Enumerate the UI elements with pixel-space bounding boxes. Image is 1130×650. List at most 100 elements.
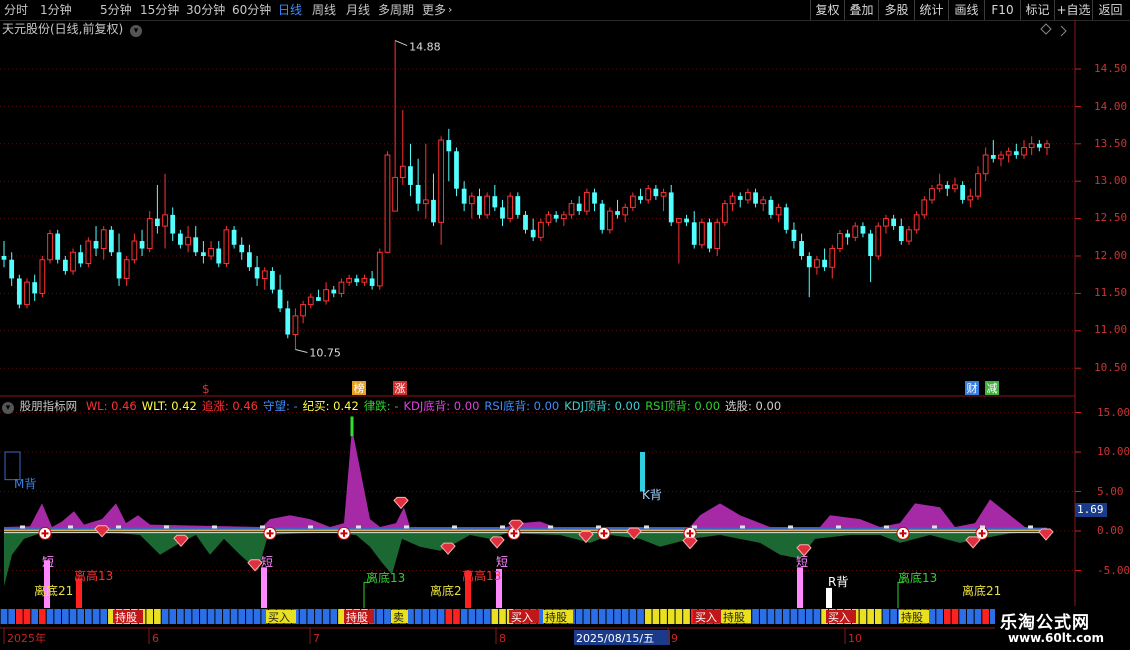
indicator-label: K背 xyxy=(642,488,662,502)
candle-body-down xyxy=(791,229,797,242)
state-block xyxy=(752,609,759,624)
indicator-field: 律跌: - xyxy=(363,399,399,413)
diamond-gem-icon xyxy=(440,542,456,555)
watermark-url: www.60lt.com xyxy=(1008,631,1105,645)
state-block xyxy=(100,609,108,624)
candle-body-down xyxy=(193,237,199,253)
price-tick: 13.50 xyxy=(1094,137,1128,150)
candle-body-up xyxy=(936,184,943,190)
indicator-field: 纪买: 0.42 xyxy=(302,399,359,413)
candle-body-down xyxy=(116,252,122,279)
state-block xyxy=(207,609,215,624)
state-block xyxy=(69,609,77,624)
indicator-label: 离底21 xyxy=(962,583,1001,598)
indicator-title: ▾ 股朋指标网 WL: 0.46 WLT: 0.42 追涨: 0.46 守望: - 纪买… xyxy=(2,398,791,414)
candle-body-down xyxy=(16,278,22,305)
candle-body-down xyxy=(1013,151,1019,156)
indicator-name: 股朋指标网 xyxy=(19,399,78,413)
candle-body-up xyxy=(123,259,130,279)
state-block xyxy=(376,609,384,624)
candle-body-up xyxy=(775,206,782,216)
indicator-dash xyxy=(500,525,505,529)
candle-body-down xyxy=(822,259,827,268)
candle-body-down xyxy=(768,199,774,215)
candle-body-down xyxy=(653,188,659,197)
indicator-field: 追涨: 0.46 xyxy=(201,399,258,413)
price-tick: 13.00 xyxy=(1094,174,1128,187)
indicator-m-box xyxy=(4,451,21,481)
candle-body-up xyxy=(146,218,153,250)
state-block xyxy=(782,609,790,624)
candle-body-up xyxy=(568,203,575,216)
state-block xyxy=(675,609,683,624)
candle-body-up xyxy=(982,154,989,175)
state-block xyxy=(606,609,614,624)
state-block xyxy=(951,609,959,624)
candle-body-down xyxy=(799,241,804,256)
indicator-tick: 10.00 xyxy=(1097,445,1130,458)
band-label: 买入 xyxy=(695,611,717,624)
state-block xyxy=(874,609,882,624)
candle-body-up xyxy=(952,184,958,190)
chevron-down-icon[interactable]: ▾ xyxy=(2,402,14,414)
state-block xyxy=(591,609,598,624)
event-marker: 财 xyxy=(967,381,978,395)
state-block xyxy=(16,609,23,624)
low-annotation: 10.75 xyxy=(309,347,341,360)
state-block xyxy=(54,609,62,624)
candle-body-down xyxy=(1,256,7,260)
indicator-dash xyxy=(692,525,697,529)
candle-body-down xyxy=(155,218,160,227)
signal-bar xyxy=(261,567,267,608)
state-block xyxy=(154,609,161,624)
state-block xyxy=(146,609,154,624)
price-tick: 11.50 xyxy=(1094,286,1128,299)
state-block xyxy=(338,609,345,624)
candle-body-down xyxy=(576,203,582,212)
candle-body-up xyxy=(131,240,138,261)
candle-body-down xyxy=(691,222,697,245)
diamond-gem-icon xyxy=(94,525,110,538)
candle-body-up xyxy=(484,195,491,216)
candle-body-down xyxy=(753,192,758,204)
state-block xyxy=(575,609,583,624)
band-label: 持股 xyxy=(723,610,745,624)
price-tick: 14.50 xyxy=(1094,62,1128,75)
candle-body-down xyxy=(553,214,559,219)
candle-body-down xyxy=(592,192,597,204)
indicator-field: 守望: - xyxy=(262,399,298,413)
indicator-dash xyxy=(980,525,985,529)
date-label: 2025年 xyxy=(7,631,46,645)
state-block xyxy=(928,609,936,624)
candle-body-up xyxy=(629,195,636,208)
candle-body-down xyxy=(845,233,850,238)
indicator-dash xyxy=(260,525,265,529)
candle-body-down xyxy=(139,241,145,249)
price-tick: 10.50 xyxy=(1094,361,1128,374)
band-label: 持股 xyxy=(545,610,567,624)
candle-body-up xyxy=(24,281,30,306)
candle-body-down xyxy=(108,229,114,253)
state-block xyxy=(798,609,805,624)
candle-body-down xyxy=(415,184,421,204)
signal-bar xyxy=(797,567,803,608)
date-label: 10 xyxy=(848,632,862,645)
indicator-dash xyxy=(596,525,601,529)
candle-body-down xyxy=(707,222,712,249)
state-block xyxy=(315,609,322,624)
diamond-icon xyxy=(1040,23,1052,35)
state-block xyxy=(621,609,629,624)
indicator-field: RSI底背: 0.00 xyxy=(484,399,560,413)
candle-body-down xyxy=(354,278,360,283)
candle-body-up xyxy=(307,296,314,306)
indicator-label: M背 xyxy=(14,477,36,491)
indicator-tick: 5.00 xyxy=(1097,485,1124,498)
diamond-gem-icon xyxy=(682,537,698,550)
candle-body-down xyxy=(898,226,904,242)
indicator-label: 离底2 xyxy=(430,583,462,598)
candle-body-up xyxy=(1028,143,1035,149)
candle-body-up xyxy=(537,221,544,238)
candle-body-up xyxy=(814,259,820,268)
high-annotation: 14.88 xyxy=(409,41,441,54)
candle-body-down xyxy=(446,140,452,152)
